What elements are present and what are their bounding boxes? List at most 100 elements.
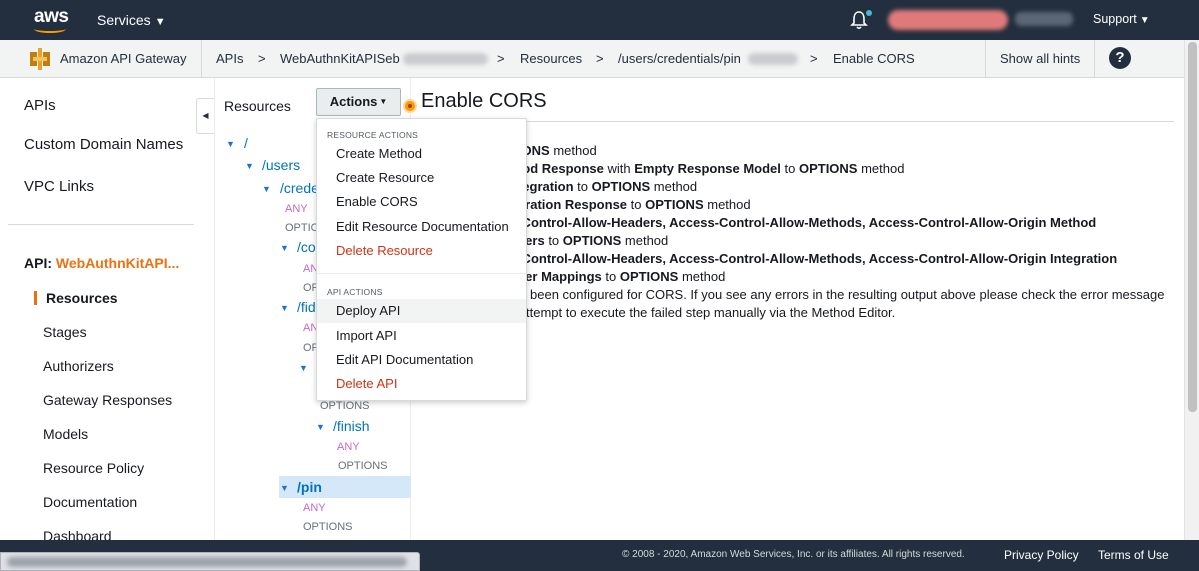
menu-item-delete-resource[interactable]: Delete Resource [317, 239, 526, 263]
expand-triangle-icon[interactable]: ▼ [280, 303, 289, 313]
expand-triangle-icon[interactable]: ▼ [262, 184, 271, 194]
actions-dropdown-menu: RESOURCE ACTIONS Create Method Create Re… [316, 118, 527, 401]
breadcrumb-resource-path-link[interactable]: /users/credentials/pin [618, 51, 741, 66]
expand-triangle-icon[interactable]: ▼ [280, 483, 289, 493]
api-name-link[interactable]: WebAuthnKitAPI... [56, 255, 179, 271]
account-menu-button[interactable] [888, 10, 1008, 30]
caret-down-icon: ▼ [1139, 15, 1150, 26]
breadcrumb: Amazon API Gateway APIs > WebAuthnKitAPI… [0, 40, 1184, 78]
sidebar: APIs Custom Domain Names VPC Links API: … [0, 78, 215, 544]
menu-item-edit-api-documentation[interactable]: Edit API Documentation [317, 348, 526, 372]
tree-method-any[interactable]: ANY [285, 203, 308, 215]
main-content: Enable CORS TIONS method thod Response w… [412, 78, 1184, 540]
terms-of-use-link[interactable]: Terms of Use [1098, 548, 1169, 562]
sidebar-item-custom-domain-names[interactable]: Custom Domain Names [24, 136, 183, 153]
tree-node-co[interactable]: /co [297, 239, 316, 255]
redacted-status-url [7, 557, 407, 567]
sidebar-item-resource-policy[interactable]: Resource Policy [43, 460, 144, 476]
menu-divider [317, 273, 526, 274]
actions-label: Actions [329, 94, 378, 109]
tree-method-options[interactable]: OPTIONS [320, 400, 370, 412]
breadcrumb-separator: > [596, 51, 604, 66]
copyright-text: © 2008 - 2020, Amazon Web Services, Inc.… [622, 549, 965, 560]
tree-method-options[interactable]: OPTIONS [338, 460, 388, 472]
redacted-resource-id [748, 53, 798, 65]
log-line: s-Control-Allow-Headers, Access-Control-… [510, 251, 1118, 266]
support-label: Support [1093, 12, 1137, 26]
page-scrollbar[interactable] [1184, 40, 1199, 540]
tree-node-users[interactable]: /users [262, 157, 300, 173]
show-all-hints-button[interactable]: Show all hints [985, 40, 1095, 77]
menu-item-deploy-api[interactable]: Deploy API [317, 299, 526, 323]
tree-node-pin[interactable]: /pin [297, 479, 322, 495]
breadcrumb-current: Enable CORS [833, 51, 915, 66]
service-home-link[interactable]: Amazon API Gateway [14, 40, 202, 77]
tree-method-any[interactable]: ANY [303, 502, 326, 514]
log-line: egration Response to OPTIONS method [510, 197, 751, 212]
log-line: ader Mappings to OPTIONS method [510, 269, 726, 284]
sidebar-api-heading: API: WebAuthnKitAPI... [24, 255, 179, 271]
menu-item-edit-resource-documentation[interactable]: Edit Resource Documentation [317, 215, 526, 239]
service-name: Amazon API Gateway [60, 51, 187, 66]
api-prefix-label: API: [24, 255, 52, 271]
api-actions-heading: API ACTIONS [327, 287, 383, 297]
breadcrumb-api-link[interactable]: WebAuthnKitAPISeb [280, 51, 400, 66]
expand-triangle-icon[interactable]: ▼ [299, 363, 308, 373]
expand-triangle-icon[interactable]: ▼ [226, 139, 235, 149]
show-all-hints-label: Show all hints [1000, 51, 1081, 66]
top-navigation-bar: aws Services ▼ Support ▼ [0, 0, 1199, 40]
browser-status-bar [0, 552, 420, 571]
expand-triangle-icon[interactable]: ▼ [280, 243, 289, 253]
breadcrumb-apis-link[interactable]: APIs [216, 51, 243, 66]
actions-dropdown-button[interactable]: Actions ▼ [316, 88, 401, 116]
breadcrumb-resources-link[interactable]: Resources [520, 51, 582, 66]
breadcrumb-separator: > [810, 51, 818, 66]
sidebar-item-apis[interactable]: APIs [24, 97, 56, 114]
sidebar-item-models[interactable]: Models [43, 426, 88, 442]
region-menu-button[interactable] [1015, 12, 1073, 26]
log-line: s-Control-Allow-Headers, Access-Control-… [510, 215, 1097, 230]
privacy-policy-link[interactable]: Privacy Policy [1004, 548, 1079, 562]
log-line: ntegration to OPTIONS method [510, 179, 698, 194]
menu-item-enable-cors[interactable]: Enable CORS [317, 190, 526, 214]
tree-node-finish[interactable]: /finish [333, 418, 370, 434]
aws-smile-icon [34, 25, 66, 33]
menu-item-create-resource[interactable]: Create Resource [317, 166, 526, 190]
caret-down-icon: ▼ [154, 16, 166, 28]
result-message: been configured for CORS. If you see any… [530, 287, 1165, 302]
log-line: aders to OPTIONS method [510, 233, 669, 248]
hint-beacon-icon[interactable] [403, 99, 417, 113]
menu-item-create-method[interactable]: Create Method [317, 142, 526, 166]
sidebar-item-resources[interactable]: Resources [46, 290, 118, 306]
services-label: Services [97, 12, 151, 28]
tree-method-options[interactable]: OPTIONS [303, 521, 353, 533]
tree-node-credentials[interactable]: /crede [280, 180, 319, 196]
sidebar-item-authorizers[interactable]: Authorizers [43, 358, 114, 374]
menu-item-import-api[interactable]: Import API [317, 324, 526, 348]
expand-triangle-icon[interactable]: ▼ [316, 422, 325, 432]
tree-node-fid[interactable]: /fid [297, 299, 316, 315]
log-line: thod Response with Empty Response Model … [510, 161, 905, 176]
tree-node-root[interactable]: / [244, 135, 248, 151]
sidebar-item-vpc-links[interactable]: VPC Links [24, 178, 94, 195]
aws-logo-text: aws [34, 6, 69, 27]
api-gateway-icon [30, 48, 50, 70]
help-icon[interactable]: ? [1109, 47, 1131, 69]
breadcrumb-separator: > [497, 51, 505, 66]
scrollbar-thumb[interactable] [1188, 42, 1197, 412]
sidebar-item-documentation[interactable]: Documentation [43, 494, 137, 510]
result-message: ttempt to execute the failed step manual… [526, 305, 896, 320]
resource-actions-heading: RESOURCE ACTIONS [327, 130, 419, 140]
services-menu-button[interactable]: Services ▼ [97, 12, 166, 28]
caret-down-icon: ▼ [379, 97, 388, 106]
resources-panel-title: Resources [224, 98, 291, 114]
sidebar-item-gateway-responses[interactable]: Gateway Responses [43, 392, 172, 408]
collapse-sidebar-icon[interactable]: ◀ [196, 98, 214, 134]
support-menu-button[interactable]: Support ▼ [1093, 12, 1150, 26]
sidebar-divider [8, 224, 194, 225]
expand-triangle-icon[interactable]: ▼ [245, 161, 254, 171]
aws-logo[interactable]: aws [34, 6, 69, 33]
sidebar-item-stages[interactable]: Stages [43, 324, 87, 340]
menu-item-delete-api[interactable]: Delete API [317, 372, 526, 396]
tree-method-any[interactable]: ANY [337, 441, 360, 453]
